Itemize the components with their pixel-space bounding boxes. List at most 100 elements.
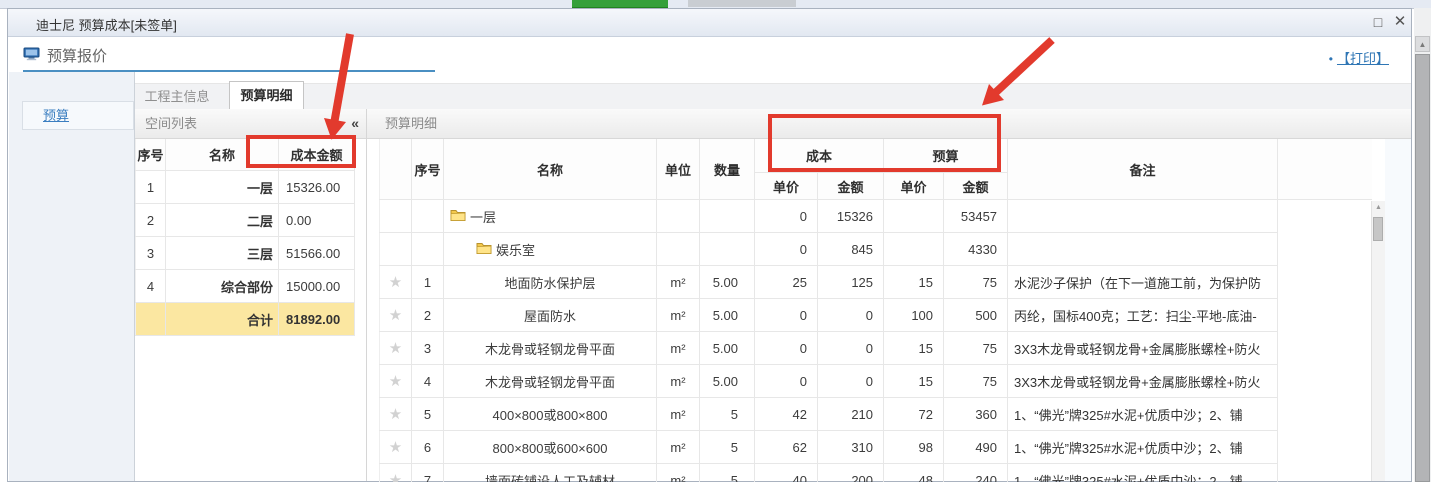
cell-unit: m² <box>657 464 700 482</box>
cell-cost-amount: 0 <box>818 299 884 332</box>
col-header-no[interactable]: 序号 <box>412 139 444 200</box>
cell-remark: 1、“佛光”牌325#水泥+优质中沙；2、铺 <box>1008 398 1278 431</box>
cell-no: 2 <box>136 204 166 237</box>
col-header-budget-amount[interactable]: 金额 <box>944 173 1008 200</box>
collapse-panel-icon[interactable]: « <box>351 109 359 138</box>
star-icon[interactable]: ★ <box>389 406 402 423</box>
sidebar-link-budget[interactable]: 预算 <box>43 108 69 123</box>
cell-cost-price: 0 <box>755 200 818 233</box>
col-header-name[interactable]: 名称 <box>166 139 279 171</box>
sidebar: 预算 <box>9 72 135 481</box>
col-header-unit[interactable]: 单位 <box>657 139 700 200</box>
cell-remark: 3X3木龙骨或轻钢龙骨+金属膨胀螺栓+防火 <box>1008 332 1278 365</box>
scroll-up-icon[interactable]: ▲ <box>1372 201 1385 215</box>
col-header-cost-amount[interactable]: 金额 <box>818 173 884 200</box>
cell-name: 二层 <box>166 204 279 237</box>
cell-qty: 5.00 <box>700 365 755 398</box>
cell-name: 墙面砖铺设人工及辅材 <box>444 464 657 482</box>
budget-detail-titlebar: 预算明细 <box>367 109 1411 139</box>
cell-filler <box>1278 200 1372 233</box>
table-scrollbar[interactable]: ▲ <box>1371 201 1385 481</box>
cell-qty <box>700 200 755 233</box>
cell-cost-price: 42 <box>755 398 818 431</box>
cell-cost-price: 0 <box>755 365 818 398</box>
detail-row[interactable]: ★ 2 屋面防水 m² 5.00 0 0 100 500 丙纶，国标400克；工… <box>380 299 1372 332</box>
cell-no: 2 <box>412 299 444 332</box>
cell-cost-amount: 15326 <box>818 200 884 233</box>
star-icon[interactable]: ★ <box>389 307 402 324</box>
cell-filler <box>1278 266 1372 299</box>
col-header-star <box>380 139 412 200</box>
star-icon[interactable]: ★ <box>389 472 402 482</box>
col-header-no[interactable]: 序号 <box>136 139 166 171</box>
cell-no: 3 <box>136 237 166 270</box>
cell-budget-price: 100 <box>884 299 944 332</box>
cell-name: 三层 <box>166 237 279 270</box>
page-scrollbar-thumb[interactable] <box>1415 54 1430 482</box>
star-icon[interactable]: ★ <box>389 439 402 456</box>
total-amount: 81892.00 <box>279 303 355 336</box>
col-header-cost-amount[interactable]: 成本金额 <box>279 139 355 171</box>
cell-cost-amount: 845 <box>818 233 884 266</box>
cell-amount: 0.00 <box>279 204 355 237</box>
col-group-cost: 成本 <box>755 139 884 173</box>
col-header-budget-price[interactable]: 单价 <box>884 173 944 200</box>
tab-project-info[interactable]: 工程主信息 <box>135 85 219 109</box>
space-list-title: 空间列表 <box>145 116 197 131</box>
section-title: 预算报价 <box>47 45 107 66</box>
space-row[interactable]: 2 二层 0.00 <box>136 204 355 237</box>
cell-name: 娱乐室 <box>444 233 657 266</box>
group-row-room[interactable]: 娱乐室 0 845 4330 <box>380 233 1372 266</box>
detail-row[interactable]: ★ 3 木龙骨或轻钢龙骨平面 m² 5.00 0 0 15 75 3X3木龙骨或… <box>380 332 1372 365</box>
star-icon[interactable]: ★ <box>389 274 402 291</box>
print-link[interactable]: 【打印】 <box>1337 51 1389 66</box>
bullet-icon: • <box>1329 52 1333 66</box>
cell-cost-amount: 125 <box>818 266 884 299</box>
monitor-icon <box>23 47 40 65</box>
page-scrollbar[interactable]: ▲ <box>1414 8 1431 482</box>
detail-row[interactable]: ★ 7 墙面砖铺设人工及辅材 m² 5 40 200 48 240 1、“佛光”… <box>380 464 1372 482</box>
cell-star <box>380 233 412 266</box>
group-row-floor[interactable]: 一层 0 15326 53457 <box>380 200 1372 233</box>
budget-detail-panel: 预算明细 序号 名称 单位 数量 成本 <box>367 109 1411 481</box>
cell-filler <box>1278 431 1372 464</box>
col-header-remark[interactable]: 备注 <box>1008 139 1278 200</box>
cell-budget-amount: 75 <box>944 266 1008 299</box>
star-icon[interactable]: ★ <box>389 373 402 390</box>
tab-budget-detail[interactable]: 预算明细 <box>229 81 304 109</box>
cell-no <box>412 233 444 266</box>
cell-budget-amount: 360 <box>944 398 1008 431</box>
sidebar-item-budget[interactable]: 预算 <box>22 101 134 130</box>
cell-remark <box>1008 200 1278 233</box>
folder-icon[interactable] <box>450 209 466 224</box>
cell-no: 1 <box>136 171 166 204</box>
folder-icon[interactable] <box>476 242 492 257</box>
detail-row[interactable]: ★ 5 400×800或800×800 m² 5 42 210 72 360 1… <box>380 398 1372 431</box>
space-total-row: 合计 81892.00 <box>136 303 355 336</box>
detail-row[interactable]: ★ 1 地面防水保护层 m² 5.00 25 125 15 75 水泥沙子保护（… <box>380 266 1372 299</box>
space-list-titlebar: 空间列表 « <box>135 109 366 139</box>
scroll-up-icon[interactable]: ▲ <box>1415 36 1430 52</box>
section-header: 预算报价 • 【打印】 <box>22 45 1397 69</box>
table-scrollbar-thumb[interactable] <box>1373 217 1383 241</box>
cell-budget-amount: 240 <box>944 464 1008 482</box>
close-button[interactable]: ✕ <box>1391 13 1409 31</box>
cell-cost-price: 0 <box>755 299 818 332</box>
space-row[interactable]: 1 一层 15326.00 <box>136 171 355 204</box>
cell-star: ★ <box>380 266 412 299</box>
cell-filler <box>1278 299 1372 332</box>
space-row[interactable]: 3 三层 51566.00 <box>136 237 355 270</box>
panel-side-area <box>1385 139 1411 481</box>
cell-filler <box>1278 398 1372 431</box>
maximize-button[interactable]: □ <box>1369 13 1387 31</box>
space-row[interactable]: 4 综合部份 15000.00 <box>136 270 355 303</box>
col-header-filler <box>1278 139 1372 200</box>
col-header-name[interactable]: 名称 <box>444 139 657 200</box>
cell-cost-price: 62 <box>755 431 818 464</box>
col-header-qty[interactable]: 数量 <box>700 139 755 200</box>
detail-row[interactable]: ★ 6 800×800或600×600 m² 5 62 310 98 490 1… <box>380 431 1372 464</box>
cell-budget-amount: 500 <box>944 299 1008 332</box>
col-header-cost-price[interactable]: 单价 <box>755 173 818 200</box>
detail-row[interactable]: ★ 4 木龙骨或轻钢龙骨平面 m² 5.00 0 0 15 75 3X3木龙骨或… <box>380 365 1372 398</box>
star-icon[interactable]: ★ <box>389 340 402 357</box>
